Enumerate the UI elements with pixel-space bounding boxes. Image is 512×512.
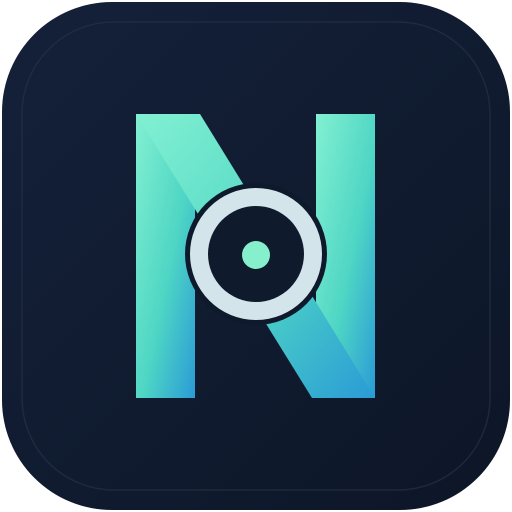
app-icon-graphic [2, 2, 510, 510]
lens-dot [242, 241, 270, 269]
app-icon[interactable] [0, 0, 512, 512]
lens-icon [185, 183, 327, 325]
